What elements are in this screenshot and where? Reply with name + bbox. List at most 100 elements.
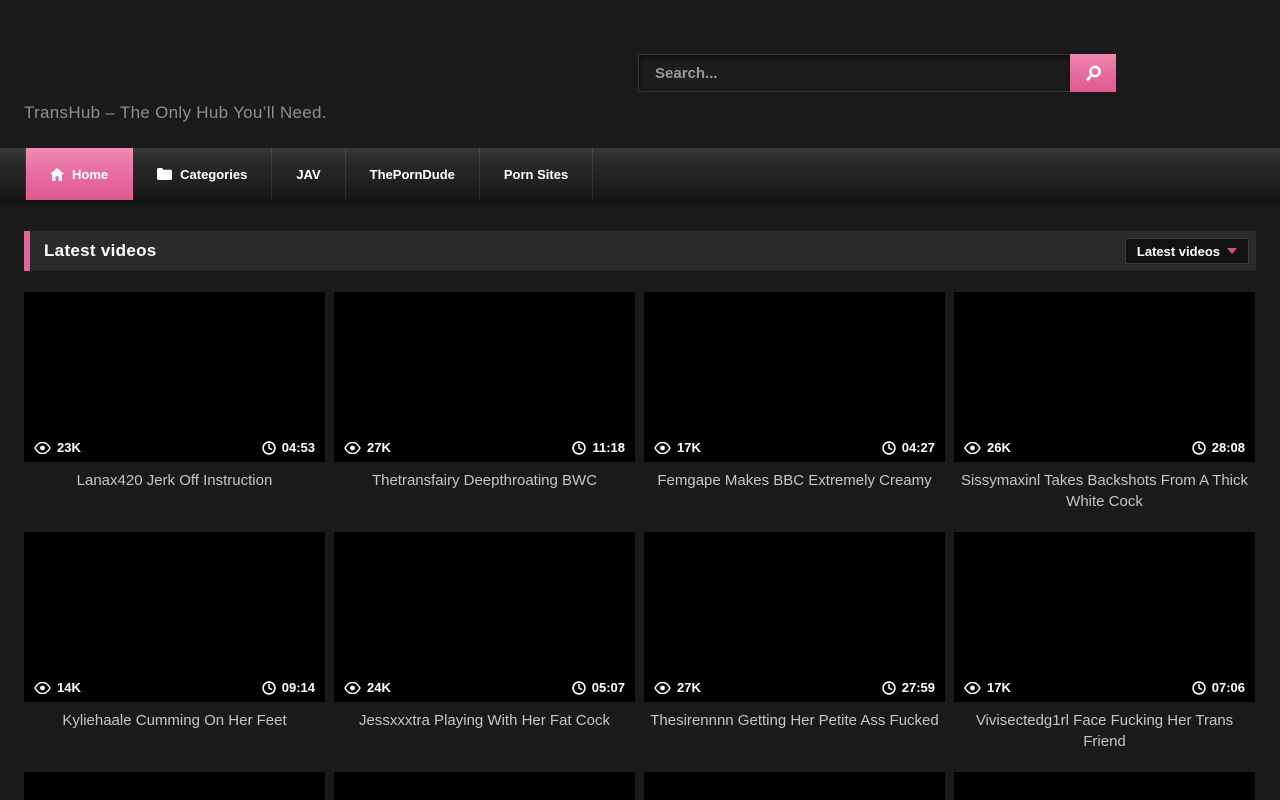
video-title[interactable]: Thesirennnn Getting Her Petite Ass Fucke… [644, 710, 945, 731]
clock-icon [882, 681, 896, 695]
video-duration: 28:08 [1192, 440, 1245, 455]
nav-label-home: Home [72, 167, 108, 182]
video-meta: 27K 27:59 [644, 673, 945, 702]
video-card[interactable]: 27K 11:18 Thetransfairy Deepthroating BW… [334, 292, 635, 532]
video-card[interactable]: 26K 28:08 Sissymaxinl Takes Backshots Fr… [954, 292, 1255, 532]
search-bar [638, 54, 1116, 92]
video-thumbnail[interactable]: 17K 07:06 [954, 532, 1255, 702]
nav-label-jav: JAV [296, 167, 320, 182]
eye-icon [34, 442, 51, 454]
eye-icon [654, 682, 671, 694]
video-card[interactable] [24, 772, 325, 800]
view-count-value: 26K [987, 440, 1011, 455]
duration-value: 04:27 [902, 440, 935, 455]
view-count: 17K [964, 680, 1011, 695]
video-thumbnail[interactable]: 24K 05:07 [334, 532, 635, 702]
view-count-value: 17K [677, 440, 701, 455]
eye-icon [964, 442, 981, 454]
video-thumbnail[interactable]: 27K 27:59 [644, 532, 945, 702]
sort-dropdown[interactable]: Latest videos [1125, 238, 1249, 264]
video-duration: 07:06 [1192, 680, 1245, 695]
nav-item-porn-sites[interactable]: Porn Sites [480, 148, 593, 200]
view-count-value: 23K [57, 440, 81, 455]
video-card[interactable] [954, 772, 1255, 800]
view-count-value: 14K [57, 680, 81, 695]
video-title[interactable]: Femgape Makes BBC Extremely Creamy [644, 470, 945, 491]
video-duration: 05:07 [572, 680, 625, 695]
nav-label-categories: Categories [180, 167, 247, 182]
view-count-value: 27K [367, 440, 391, 455]
view-count-value: 27K [677, 680, 701, 695]
nav-label-porn-sites: Porn Sites [504, 167, 568, 182]
view-count-value: 17K [987, 680, 1011, 695]
view-count: 26K [964, 440, 1011, 455]
eye-icon [344, 442, 361, 454]
video-card[interactable]: 24K 05:07 Jessxxxtra Playing With Her Fa… [334, 532, 635, 772]
video-thumbnail[interactable]: 17K 04:27 [644, 292, 945, 462]
folder-icon [157, 168, 172, 180]
clock-icon [1192, 681, 1206, 695]
nav-item-home[interactable]: Home [26, 148, 133, 200]
video-duration: 04:53 [262, 440, 315, 455]
magnifier-icon [1084, 64, 1103, 83]
video-thumbnail[interactable] [954, 772, 1255, 800]
video-thumbnail[interactable]: 14K 09:14 [24, 532, 325, 702]
duration-value: 11:18 [592, 440, 625, 455]
eye-icon [344, 682, 361, 694]
video-thumbnail[interactable] [644, 772, 945, 800]
caret-down-icon [1227, 248, 1237, 254]
video-duration: 27:59 [882, 680, 935, 695]
video-thumbnail[interactable] [24, 772, 325, 800]
video-card[interactable]: 23K 04:53 Lanax420 Jerk Off Instruction [24, 292, 325, 532]
duration-value: 27:59 [902, 680, 935, 695]
video-title[interactable]: Sissymaxinl Takes Backshots From A Thick… [954, 470, 1255, 512]
video-meta: 14K 09:14 [24, 673, 325, 702]
video-duration: 04:27 [882, 440, 935, 455]
view-count: 24K [344, 680, 391, 695]
sort-dropdown-label: Latest videos [1137, 244, 1220, 259]
video-thumbnail[interactable]: 23K 04:53 [24, 292, 325, 462]
duration-value: 07:06 [1212, 680, 1245, 695]
nav-item-theporndude[interactable]: ThePornDude [346, 148, 480, 200]
video-card[interactable]: 14K 09:14 Kyliehaale Cumming On Her Feet [24, 532, 325, 772]
video-title[interactable]: Vivisectedg1rl Face Fucking Her Trans Fr… [954, 710, 1255, 752]
view-count: 17K [654, 440, 701, 455]
nav-item-jav[interactable]: JAV [272, 148, 345, 200]
clock-icon [1192, 441, 1206, 455]
video-card[interactable]: 27K 27:59 Thesirennnn Getting Her Petite… [644, 532, 945, 772]
home-icon [50, 168, 64, 181]
video-meta: 17K 07:06 [954, 673, 1255, 702]
duration-value: 05:07 [592, 680, 625, 695]
site-tagline: TransHub – The Only Hub You’ll Need. [24, 103, 327, 123]
main-navigation: Home Categories JAV ThePornDude Porn Sit… [0, 148, 1280, 213]
video-title[interactable]: Jessxxxtra Playing With Her Fat Cock [334, 710, 635, 731]
video-card[interactable]: 17K 07:06 Vivisectedg1rl Face Fucking He… [954, 532, 1255, 772]
duration-value: 09:14 [282, 680, 315, 695]
view-count: 23K [34, 440, 81, 455]
video-card[interactable] [644, 772, 945, 800]
video-thumbnail[interactable]: 27K 11:18 [334, 292, 635, 462]
clock-icon [262, 441, 276, 455]
nav-items: Home Categories JAV ThePornDude Porn Sit… [25, 148, 593, 200]
video-card[interactable] [334, 772, 635, 800]
section-title: Latest videos [44, 241, 157, 261]
video-thumbnail[interactable]: 26K 28:08 [954, 292, 1255, 462]
search-button[interactable] [1070, 54, 1116, 92]
video-duration: 11:18 [572, 440, 625, 455]
nav-item-categories[interactable]: Categories [133, 148, 272, 200]
clock-icon [572, 441, 586, 455]
video-meta: 27K 11:18 [334, 433, 635, 462]
video-title[interactable]: Thetransfairy Deepthroating BWC [334, 470, 635, 491]
video-meta: 23K 04:53 [24, 433, 325, 462]
eye-icon [34, 682, 51, 694]
eye-icon [654, 442, 671, 454]
duration-value: 04:53 [282, 440, 315, 455]
video-title[interactable]: Kyliehaale Cumming On Her Feet [24, 710, 325, 731]
eye-icon [964, 682, 981, 694]
video-thumbnail[interactable] [334, 772, 635, 800]
video-title[interactable]: Lanax420 Jerk Off Instruction [24, 470, 325, 491]
duration-value: 28:08 [1212, 440, 1245, 455]
view-count: 27K [344, 440, 391, 455]
video-card[interactable]: 17K 04:27 Femgape Makes BBC Extremely Cr… [644, 292, 945, 532]
search-input[interactable] [638, 54, 1070, 92]
